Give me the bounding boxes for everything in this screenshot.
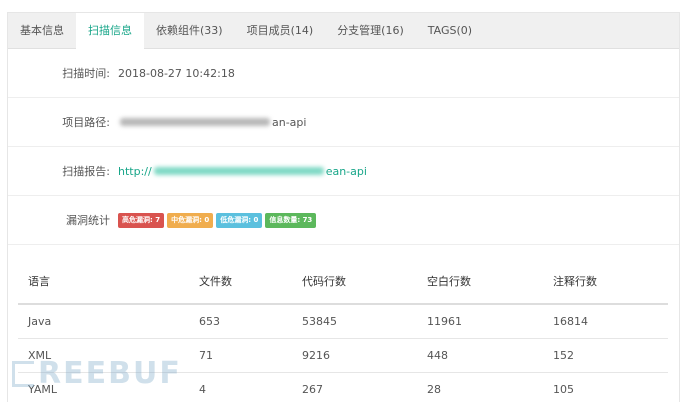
vuln-stats-row: 漏洞统计 高危漏洞: 7 中危漏洞: 0 低危漏洞: 0 信息数量: 73 [8,196,679,245]
cell-comment-lines: 16814 [543,304,668,339]
cell-blank-lines: 448 [417,338,543,373]
redacted-url [153,167,324,175]
redacted-path [120,118,270,126]
cell-code-lines: 53845 [292,304,417,339]
scan-report-row: 扫描报告: http:// ean-api [8,147,679,196]
tab-dependencies[interactable]: 依赖组件(33) [144,13,235,48]
tab-bar: 基本信息 扫描信息 依赖组件(33) 项目成员(14) 分支管理(16) TAG… [8,13,679,49]
cell-files: 71 [189,338,292,373]
cell-code-lines: 267 [292,372,417,402]
col-comment-lines: 注释行数 [543,258,668,305]
scan-report-prefix: http:// [118,164,152,178]
cell-blank-lines: 28 [417,372,543,402]
vuln-badges: 高危漏洞: 7 中危漏洞: 0 低危漏洞: 0 信息数量: 73 [118,212,317,228]
watermark-bracket-icon [12,360,34,387]
scan-time-label: 扫描时间: [62,67,110,80]
cell-blank-lines: 11961 [417,304,543,339]
project-path-row: 项目路径: an-api [8,98,679,147]
cell-code-lines: 9216 [292,338,417,373]
watermark-logo: REEBUF [12,356,182,391]
col-files: 文件数 [189,258,292,305]
cell-comment-lines: 105 [543,372,668,402]
col-code-lines: 代码行数 [292,258,417,305]
low-risk-badge[interactable]: 低危漏洞: 0 [216,212,263,228]
project-path-label: 项目路径: [62,116,110,129]
high-risk-badge[interactable]: 高危漏洞: 7 [118,212,165,228]
project-path-suffix: an-api [272,115,307,129]
tab-branches[interactable]: 分支管理(16) [325,13,416,48]
scan-report-suffix: ean-api [325,164,367,178]
table-row: Java 653 53845 11961 16814 [18,304,668,339]
col-language: 语言 [18,258,189,305]
scan-report-link[interactable]: http:// ean-api [118,165,367,178]
tab-members[interactable]: 项目成员(14) [235,13,326,48]
cell-language: Java [18,304,189,339]
watermark-text: REEBUF [38,356,182,391]
tab-scan-info[interactable]: 扫描信息 [76,13,144,49]
project-path-value: an-api [118,116,306,129]
scan-time-value: 2018-08-27 10:42:18 [118,66,235,80]
scan-panel: 基本信息 扫描信息 依赖组件(33) 项目成员(14) 分支管理(16) TAG… [7,12,680,402]
cell-comment-lines: 152 [543,338,668,373]
tab-basic-info[interactable]: 基本信息 [8,13,76,48]
vuln-stats-label: 漏洞统计 [66,214,110,227]
scan-report-label: 扫描报告: [62,165,110,178]
cell-files: 4 [189,372,292,402]
tab-tags[interactable]: TAGS(0) [416,13,484,48]
table-header-row: 语言 文件数 代码行数 空白行数 注释行数 [18,258,668,305]
scan-time-row: 扫描时间: 2018-08-27 10:42:18 [8,49,679,98]
col-blank-lines: 空白行数 [417,258,543,305]
medium-risk-badge[interactable]: 中危漏洞: 0 [167,212,214,228]
info-count-badge[interactable]: 信息数量: 73 [265,212,317,228]
cell-files: 653 [189,304,292,339]
